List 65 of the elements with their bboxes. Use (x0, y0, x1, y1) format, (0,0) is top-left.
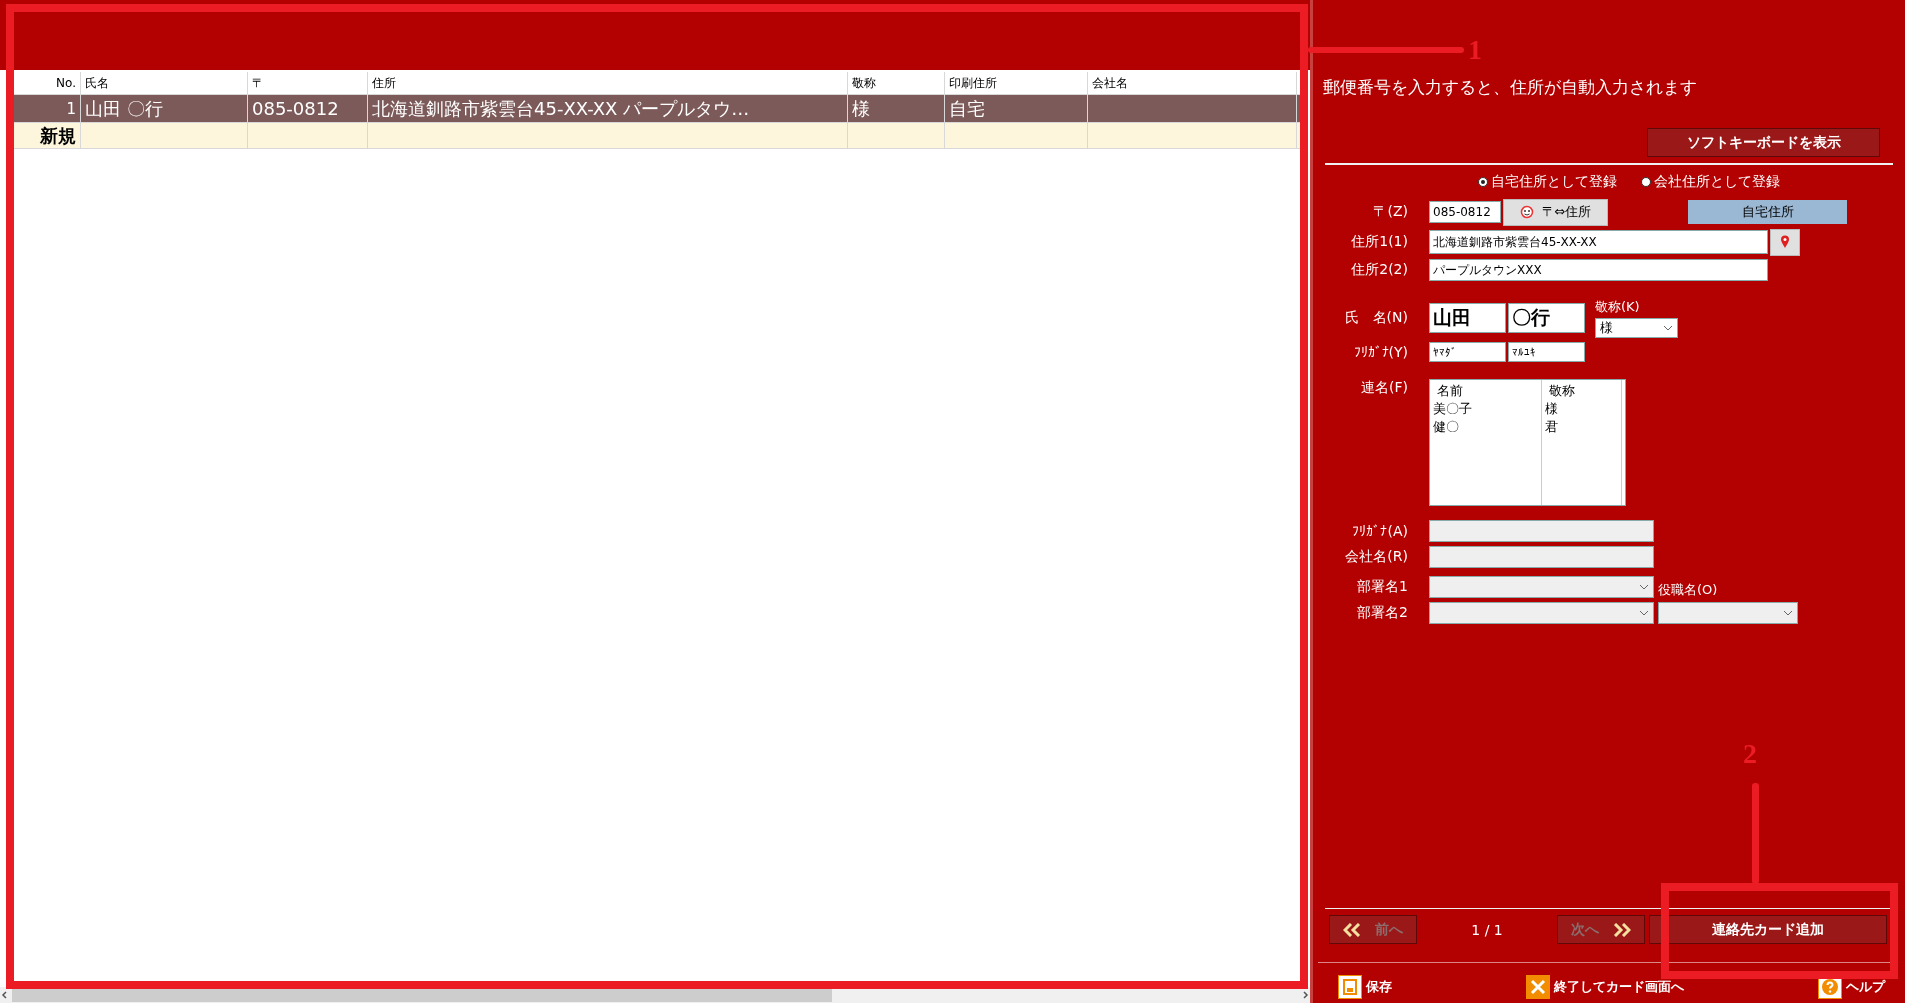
exit-button[interactable]: 終了してカード画面へ (1526, 975, 1684, 999)
first-name-field[interactable]: 〇行 (1508, 303, 1585, 333)
help-button[interactable]: ヘルプ (1818, 975, 1885, 999)
radio-button[interactable] (1641, 177, 1651, 187)
add-contact-card-button[interactable]: 連絡先カード追加 (1649, 915, 1887, 944)
column-header[interactable]: 住所 (368, 72, 848, 94)
face-icon (1519, 205, 1534, 219)
save-icon (1338, 975, 1362, 999)
table-cell: 085-0812 (248, 95, 368, 122)
honorific-label: 敬称(K) (1595, 298, 1641, 316)
address-kind-display: 自宅住所 (1688, 200, 1847, 224)
table-cell: 自宅 (945, 95, 1088, 122)
radio-label[interactable]: 会社住所として登録 (1654, 173, 1780, 191)
field-label: 住所2(2) (1350, 261, 1408, 279)
new-row-label[interactable]: 新規 (14, 123, 81, 148)
column-header[interactable]: 会社名 (1088, 72, 1297, 94)
callout-number: 1 (1468, 36, 1482, 64)
column-header[interactable]: 印刷住所 (945, 72, 1088, 94)
list-item[interactable]: 君 (1545, 418, 1618, 436)
first-name-kana-field[interactable]: ﾏﾙﾕｷ (1508, 342, 1585, 362)
field-label: ﾌﾘｶﾞﾅ(A) (1351, 523, 1408, 539)
double-left-chevron-icon (1343, 922, 1361, 937)
table-cell: 1 (14, 95, 81, 122)
field-label: ﾌﾘｶﾞﾅ(Y) (1352, 344, 1408, 360)
table-cell: 山田 〇行 (81, 95, 248, 122)
close-icon (1526, 975, 1550, 999)
list-header: 敬称 (1548, 382, 1576, 400)
field-label: 氏 名(N) (1343, 309, 1408, 327)
list-item[interactable]: 健〇 (1433, 418, 1538, 436)
joint-names-list[interactable]: 名前 美〇子 健〇 敬称 様 君 (1429, 379, 1626, 506)
hint-text: 郵便番号を入力すると、住所が自動入力されます (1322, 76, 1698, 99)
list-header: 名前 (1436, 382, 1464, 400)
postal-convert-button[interactable]: 〒⇔住所 (1503, 198, 1608, 226)
honorific-select[interactable]: 様 (1595, 318, 1678, 338)
radio-button[interactable] (1478, 177, 1488, 187)
page-indicator: 1 / 1 (1470, 921, 1504, 938)
callout-number: 2 (1743, 740, 1757, 768)
double-right-chevron-icon (1613, 922, 1631, 937)
scroll-left-icon[interactable] (0, 990, 10, 1000)
field-label: 部署名1 (1356, 578, 1408, 596)
field-label: 〒(Z) (1372, 203, 1408, 221)
table-cell: 様 (848, 95, 945, 122)
radio-label[interactable]: 自宅住所として登録 (1491, 173, 1617, 191)
position-label: 役職名(O) (1658, 581, 1718, 599)
last-name-kana-field[interactable]: ﾔﾏﾀﾞ (1429, 342, 1506, 362)
field-label: 会社名(R) (1344, 548, 1408, 566)
field-label: 連名(F) (1360, 379, 1408, 397)
column-header[interactable]: 敬称 (848, 72, 945, 94)
map-pin-icon (1780, 235, 1790, 249)
list-item[interactable]: 様 (1545, 400, 1618, 418)
list-item[interactable]: 美〇子 (1433, 400, 1538, 418)
scroll-right-icon[interactable] (1300, 990, 1310, 1000)
column-header[interactable]: No. (14, 72, 81, 94)
address2-field[interactable]: パープルタウンXXX (1429, 259, 1768, 281)
field-label: 部署名2 (1356, 604, 1408, 622)
map-button[interactable] (1770, 228, 1800, 256)
table-cell: 北海道釧路市紫雲台45-XX-XX パープルタウ… (368, 95, 848, 122)
field-label: 住所1(1) (1350, 233, 1408, 251)
postal-code-field[interactable]: 085-0812 (1429, 201, 1501, 223)
last-name-field[interactable]: 山田 (1429, 303, 1506, 333)
column-header[interactable]: 氏名 (81, 72, 248, 94)
column-header[interactable]: 〒 (248, 72, 368, 94)
save-button[interactable]: 保存 (1338, 975, 1392, 999)
soft-keyboard-button[interactable]: ソフトキーボードを表示 (1647, 128, 1880, 157)
address1-field[interactable]: 北海道釧路市紫雲台45-XX-XX (1429, 230, 1768, 254)
